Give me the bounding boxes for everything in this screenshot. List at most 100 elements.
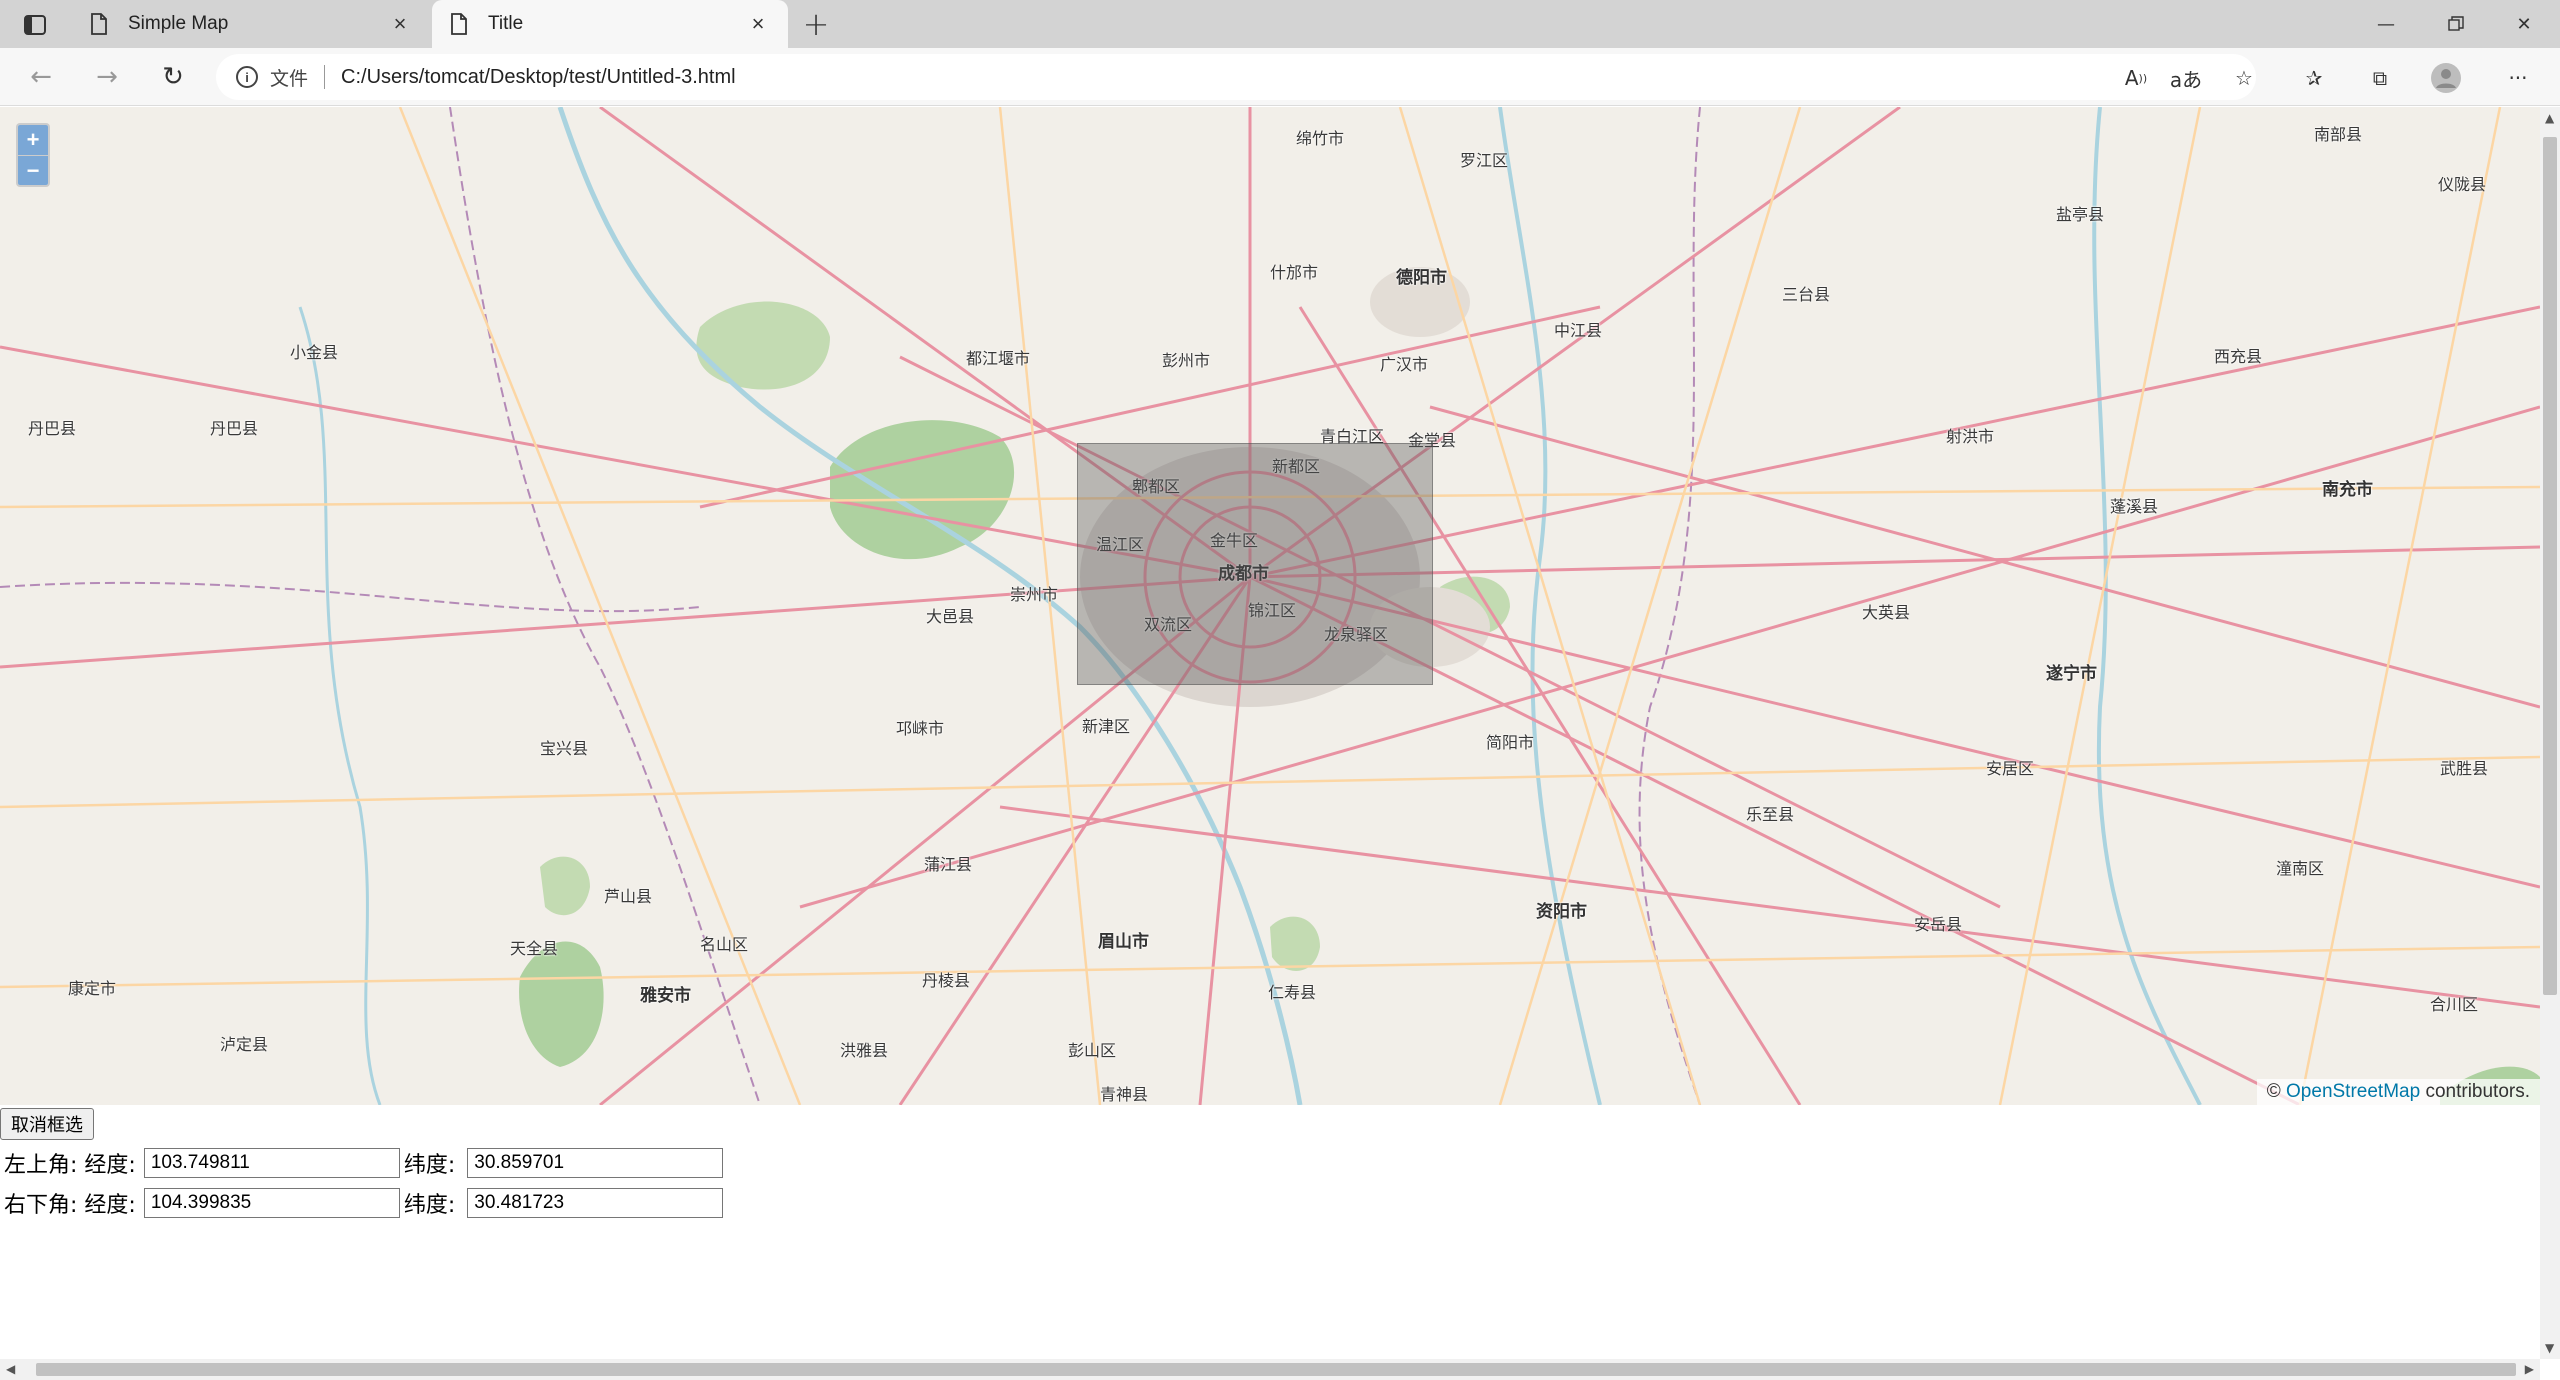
map-attribution: © OpenStreetMap contributors. xyxy=(2256,1079,2540,1105)
map-label: 乐至县 xyxy=(1746,805,1795,824)
map-label: 广汉市 xyxy=(1380,355,1429,374)
map-label: 大英县 xyxy=(1862,603,1911,622)
map-label: 武胜县 xyxy=(2440,759,2489,778)
map-label: 丹棱县 xyxy=(922,971,971,990)
tab-label: Simple Map xyxy=(128,13,229,34)
map-label: 芦山县 xyxy=(604,887,653,906)
tab-title[interactable]: Title × xyxy=(432,0,788,48)
profile-icon[interactable] xyxy=(2428,60,2464,96)
map-label: 小金县 xyxy=(290,343,339,362)
map-label: 绵竹市 xyxy=(1296,129,1345,148)
scroll-up-icon[interactable]: ▲ xyxy=(2545,111,2554,125)
url-field[interactable]: i 文件 C:/Users/tomcat/Desktop/test/Untitl… xyxy=(216,54,2256,100)
map-label: 南部县 xyxy=(2314,125,2363,144)
cancel-selection-button[interactable]: 取消框选 xyxy=(0,1108,94,1140)
top-left-lat-label: 纬度: xyxy=(403,1153,456,1178)
refresh-icon[interactable]: ↻ xyxy=(154,58,192,96)
attribution-suffix: contributors. xyxy=(2425,1081,2530,1102)
map-label: 仁寿县 xyxy=(1268,983,1317,1002)
restore-icon[interactable] xyxy=(2420,0,2492,48)
map-label: 遂宁市 xyxy=(2046,664,2097,684)
map-label: 西充县 xyxy=(2214,347,2263,366)
map-label: 中江县 xyxy=(1554,321,1603,340)
map-label: 泸定县 xyxy=(220,1035,269,1054)
zoom-in-button[interactable]: + xyxy=(18,125,48,155)
url-separator xyxy=(324,65,326,89)
zoom-out-button[interactable]: − xyxy=(18,155,48,185)
map-label: 简阳市 xyxy=(1486,733,1535,752)
map[interactable]: 成都市 德阳市 眉山市 资阳市 遂宁市 雅安市 南充市 都江堰市 彭州市 崇州市… xyxy=(0,107,2540,1105)
map-label: 名山区 xyxy=(700,935,749,954)
bottom-right-lng-input[interactable] xyxy=(143,1188,400,1218)
map-label: 崇州市 xyxy=(1010,585,1059,604)
top-left-lng-input[interactable] xyxy=(143,1148,400,1178)
map-label: 青神县 xyxy=(1100,1085,1149,1104)
tab-actions-icon[interactable] xyxy=(18,10,52,40)
map-label: 天全县 xyxy=(510,939,559,958)
tab-label: Title xyxy=(488,13,524,34)
scroll-right-icon[interactable]: ▶ xyxy=(2525,1362,2534,1376)
bottom-right-lat-label: 纬度: xyxy=(403,1193,456,1218)
map-label: 合川区 xyxy=(2430,995,2479,1014)
arrow-right-icon[interactable]: → xyxy=(88,58,126,96)
window-close-icon[interactable]: ✕ xyxy=(2488,0,2560,48)
zoom-control: + − xyxy=(16,123,50,187)
map-label: 都江堰市 xyxy=(966,349,1031,368)
horizontal-scrollbar[interactable]: ◀ ▶ xyxy=(0,1359,2540,1380)
vertical-scroll-thumb[interactable] xyxy=(2543,137,2557,995)
bottom-right-lng-label: 右下角: 经度: xyxy=(4,1193,136,1218)
map-label: 洪雅县 xyxy=(840,1041,889,1060)
minimize-icon[interactable]: — xyxy=(2350,0,2422,48)
top-left-lng-label: 左上角: 经度: xyxy=(4,1153,136,1178)
map-label: 潼南区 xyxy=(2276,859,2325,878)
tab-bar: Simple Map × Title × + — ✕ xyxy=(0,0,2560,48)
arrow-left-icon[interactable]: ← xyxy=(22,58,60,96)
map-label: 康定市 xyxy=(68,979,117,998)
tab-simple-map[interactable]: Simple Map × xyxy=(72,0,430,48)
copyright-symbol: © xyxy=(2266,1081,2281,1102)
map-label: 射洪市 xyxy=(1946,427,1995,446)
map-label: 三台县 xyxy=(1782,285,1831,304)
map-label: 眉山市 xyxy=(1098,932,1149,952)
map-label: 彭山区 xyxy=(1068,1041,1117,1060)
close-icon[interactable]: × xyxy=(388,11,412,36)
translate-icon[interactable]: aあ xyxy=(2168,60,2204,96)
map-label: 雅安市 xyxy=(640,986,691,1006)
star-add-icon[interactable]: ☆ xyxy=(2226,60,2262,96)
map-label: 丹巴县 xyxy=(210,419,259,438)
info-icon[interactable]: i xyxy=(236,66,258,88)
map-label: 什邡市 xyxy=(1270,263,1319,282)
selection-box[interactable] xyxy=(1077,443,1433,685)
favorites-icon[interactable]: ✰ xyxy=(2296,60,2332,96)
map-label: 彭州市 xyxy=(1162,351,1211,370)
map-label: 罗江区 xyxy=(1460,151,1509,170)
map-label: 丹巴县 xyxy=(28,419,77,438)
page-content: 成都市 德阳市 眉山市 资阳市 遂宁市 雅安市 南充市 都江堰市 彭州市 崇州市… xyxy=(0,107,2540,1359)
url-protocol: 文件 xyxy=(270,68,309,90)
address-bar: ← → ↻ i 文件 C:/Users/tomcat/Desktop/test/… xyxy=(0,48,2560,106)
collections-icon[interactable]: ⧉ xyxy=(2362,60,2398,96)
map-label: 邛崃市 xyxy=(896,719,945,738)
bottom-right-lat-input[interactable] xyxy=(467,1188,724,1218)
map-label: 安岳县 xyxy=(1914,915,1963,934)
page-icon xyxy=(91,13,107,35)
new-tab-button[interactable]: + xyxy=(798,5,834,43)
horizontal-scroll-thumb[interactable] xyxy=(36,1363,2516,1376)
top-left-lat-input[interactable] xyxy=(467,1148,724,1178)
top-left-row: 左上角: 经度: 纬度: xyxy=(4,1146,724,1180)
close-icon[interactable]: × xyxy=(746,11,770,36)
osm-link[interactable]: OpenStreetMap xyxy=(2286,1081,2420,1102)
scroll-left-icon[interactable]: ◀ xyxy=(6,1362,15,1376)
map-label: 蓬溪县 xyxy=(2110,497,2159,516)
map-label: 资阳市 xyxy=(1536,902,1587,922)
map-label: 德阳市 xyxy=(1396,268,1447,288)
map-label: 新津区 xyxy=(1082,717,1131,736)
map-label: 安居区 xyxy=(1986,759,2035,778)
read-aloud-icon[interactable]: A)) xyxy=(2118,60,2154,96)
url-text[interactable]: C:/Users/tomcat/Desktop/test/Untitled-3.… xyxy=(341,66,736,89)
map-label: 大邑县 xyxy=(926,607,975,626)
vertical-scrollbar[interactable]: ▲ ▼ xyxy=(2540,107,2560,1359)
scroll-down-icon[interactable]: ▼ xyxy=(2545,1341,2554,1355)
more-icon[interactable]: ··· xyxy=(2500,60,2536,96)
map-label: 宝兴县 xyxy=(540,739,589,758)
